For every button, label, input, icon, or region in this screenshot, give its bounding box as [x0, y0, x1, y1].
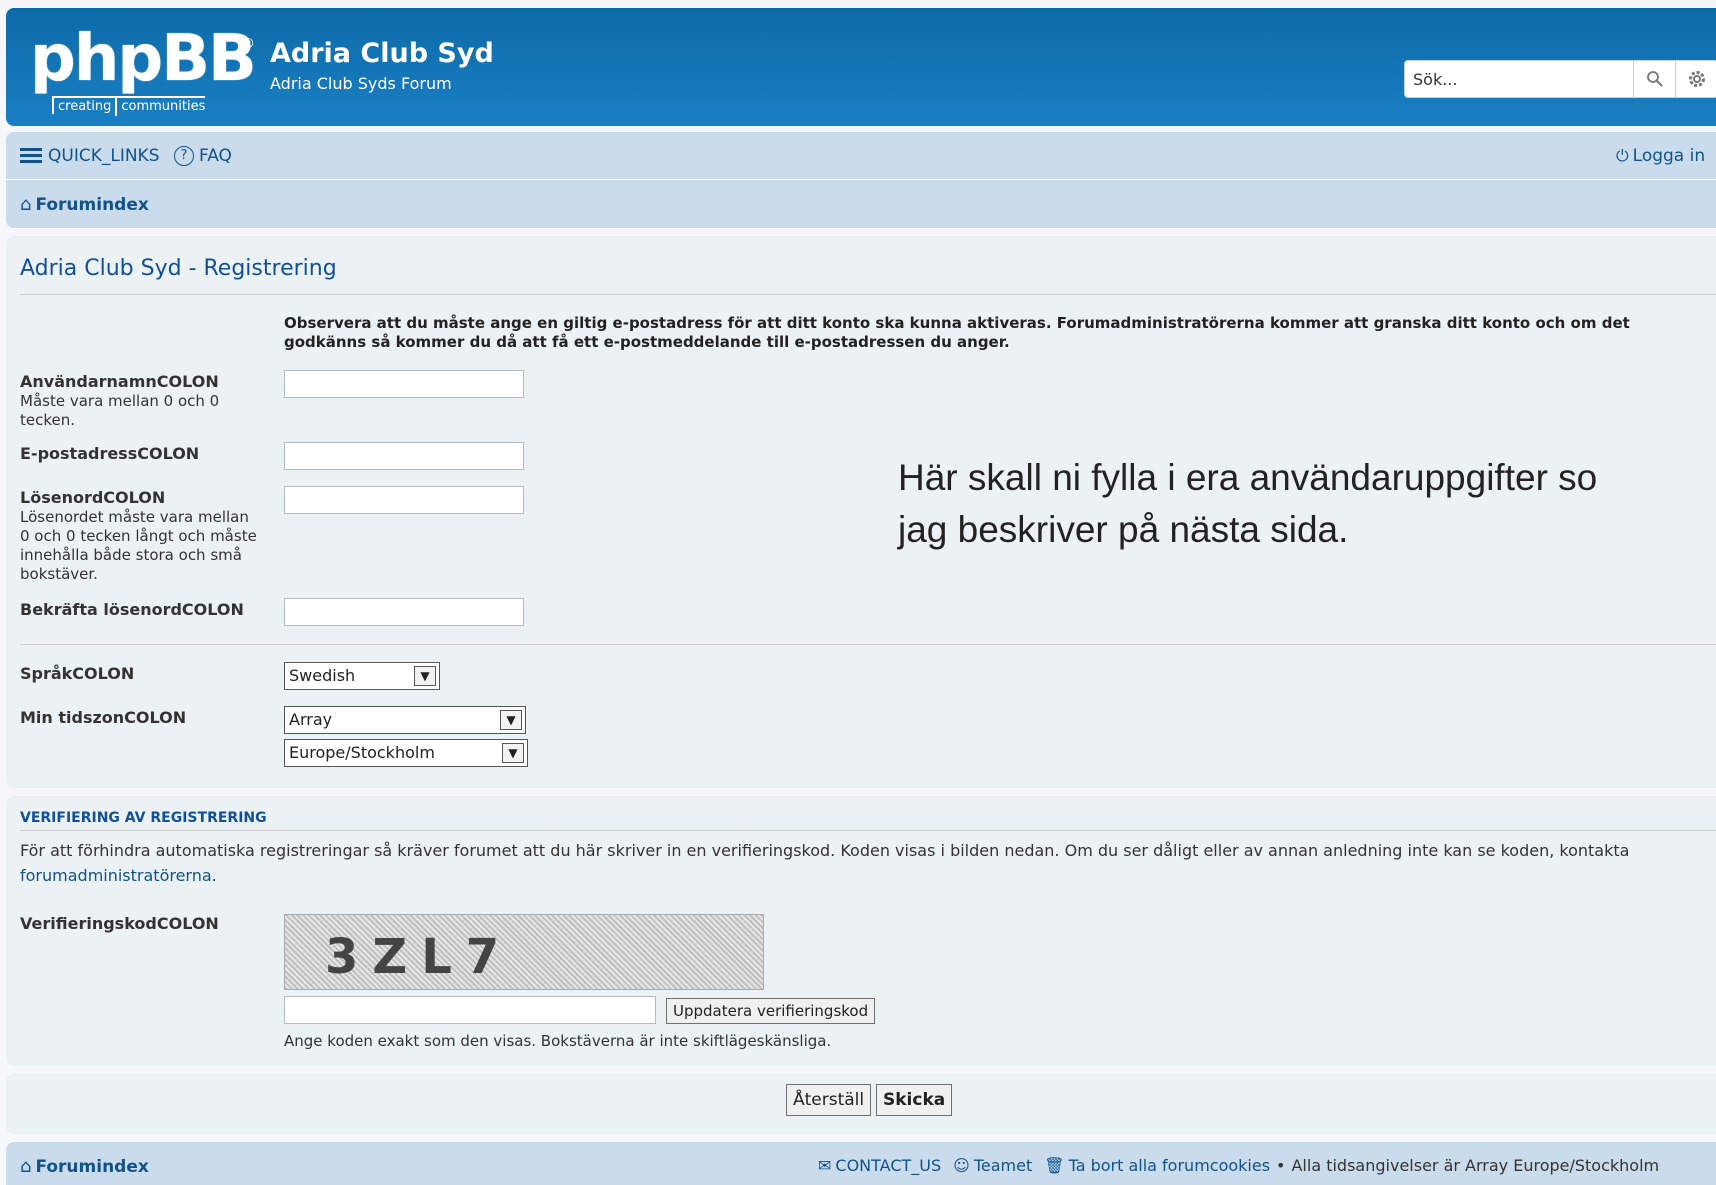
- team-link[interactable]: Teamet: [974, 1156, 1032, 1175]
- quick-links-label: QUICK_LINKS: [48, 146, 160, 166]
- username-label: AnvändarnamnCOLON: [20, 372, 219, 391]
- timezone-city-select[interactable]: Europe/Stockholm ▼: [284, 739, 528, 767]
- registration-panel: Adria Club Syd - Registrering Observera …: [6, 236, 1716, 788]
- site-description: Adria Club Syds Forum: [270, 74, 452, 93]
- home-icon: ⌂: [20, 194, 32, 215]
- site-title[interactable]: Adria Club Syd: [270, 38, 494, 69]
- chevron-down-icon: ▼: [502, 743, 524, 763]
- instruction-line-2: jag beskriver på nästa sida.: [898, 509, 1349, 550]
- submit-button[interactable]: Skicka: [876, 1084, 953, 1116]
- verification-text-end: .: [211, 866, 217, 885]
- footer-home-label: Forumindex: [35, 1156, 149, 1177]
- timezone-label: Min tidszonCOLON: [20, 708, 187, 727]
- instruction-line-1: Här skall ni fylla i era användaruppgift…: [898, 457, 1598, 498]
- search-box: [1404, 60, 1716, 98]
- footer-breadcrumb[interactable]: ⌂ Forumindex: [20, 1156, 149, 1177]
- section-divider: [20, 644, 1716, 645]
- verification-heading: VERIFIERING AV REGISTRERING: [20, 810, 267, 826]
- login-link[interactable]: ⏻ Logga in: [1616, 146, 1705, 166]
- timezone-region-value: Array: [289, 710, 333, 729]
- timezone-note: Alla tidsangivelser är Array Europe/Stoc…: [1291, 1156, 1660, 1175]
- captcha-explain: Ange koden exakt som den visas. Bokstäve…: [284, 1032, 832, 1050]
- refresh-captcha-button[interactable]: Uppdatera verifieringskod: [666, 998, 876, 1024]
- chevron-down-icon: ▼: [414, 666, 436, 686]
- email-field[interactable]: [284, 442, 524, 470]
- captcha-code: 3ZL7: [325, 929, 514, 985]
- logo-text: phpBB: [30, 22, 257, 96]
- password-field[interactable]: [284, 486, 524, 514]
- title-divider: [20, 294, 1716, 295]
- admin-contact-link[interactable]: forumadministratörerna: [20, 866, 212, 885]
- logo-tag-communities: communities: [115, 98, 205, 116]
- contact-link[interactable]: CONTACT_US: [835, 1156, 941, 1175]
- password-label: LösenordCOLON: [20, 488, 166, 507]
- breadcrumb-home-label: Forumindex: [35, 194, 149, 215]
- power-icon: ⏻: [1616, 146, 1629, 165]
- gear-icon: [1688, 71, 1705, 87]
- verification-code-field[interactable]: [284, 996, 656, 1024]
- registration-notice: Observera att du måste ange en giltig e-…: [284, 314, 1630, 351]
- search-input[interactable]: [1405, 61, 1631, 97]
- timezone-city-value: Europe/Stockholm: [289, 743, 435, 762]
- confirm-password-label: Bekräfta lösenordCOLON: [20, 600, 244, 619]
- username-field[interactable]: [284, 370, 524, 398]
- login-label: Logga in: [1632, 146, 1706, 166]
- envelope-icon: ✉: [818, 1156, 832, 1175]
- verification-text-body: För att förhindra automatiska registreri…: [20, 841, 1630, 860]
- instruction-overlay: Här skall ni fylla i era användaruppgift…: [898, 452, 1716, 556]
- verification-divider: [20, 830, 1716, 831]
- language-label: SpråkCOLON: [20, 664, 135, 683]
- confirm-password-field[interactable]: [284, 598, 524, 626]
- language-select[interactable]: Swedish ▼: [284, 662, 440, 690]
- email-label: E-postadressCOLON: [20, 444, 200, 463]
- logo-registered-mark: ®: [241, 36, 255, 52]
- password-explain: Lösenordet måste vara mellan 0 och 0 tec…: [20, 508, 257, 583]
- footer-bullet: •: [1276, 1156, 1286, 1175]
- faq-link[interactable]: ? FAQ: [174, 146, 232, 166]
- home-icon: ⌂: [20, 1156, 32, 1177]
- submit-panel: Återställ Skicka: [6, 1074, 1716, 1134]
- delete-cookies-link[interactable]: Ta bort alla forumcookies: [1069, 1156, 1270, 1175]
- navbar: QUICK_LINKS ? FAQ ⏻ Logga in ⌂ Foruminde…: [6, 132, 1716, 228]
- logo-tagline: creating communities: [52, 96, 206, 116]
- verification-panel: VERIFIERING AV REGISTRERING För att förh…: [6, 796, 1716, 1066]
- reset-button[interactable]: Återställ: [786, 1084, 872, 1116]
- navbar-top-row: QUICK_LINKS ? FAQ ⏻ Logga in: [6, 132, 1716, 180]
- breadcrumb[interactable]: ⌂ Forumindex: [20, 194, 149, 215]
- language-value: Swedish: [289, 666, 356, 685]
- page-title: Adria Club Syd - Registrering: [20, 256, 337, 281]
- captcha-image: 3ZL7: [284, 914, 764, 990]
- logo-tag-creating: creating: [58, 99, 112, 114]
- footer-links: ✉ CONTACT_US ☺ Teamet 🗑 Ta bort alla for…: [818, 1156, 1659, 1175]
- footer: ⌂ Forumindex ✉ CONTACT_US ☺ Teamet 🗑 Ta …: [6, 1142, 1716, 1185]
- trash-icon: 🗑: [1044, 1156, 1065, 1175]
- team-icon: ☺: [953, 1156, 970, 1175]
- chevron-down-icon: ▼: [500, 710, 522, 730]
- site-header: phpBB ® creating communities Adria Club S…: [6, 8, 1716, 126]
- verification-code-label: VerifieringskodCOLON: [20, 914, 219, 933]
- search-icon: [1646, 71, 1663, 87]
- hamburger-icon: [20, 148, 42, 164]
- advanced-search-button[interactable]: [1675, 61, 1716, 97]
- username-explain: Måste vara mellan 0 och 0 tecken.: [20, 392, 220, 429]
- site-logo[interactable]: phpBB ® creating communities: [28, 22, 258, 118]
- verification-text: För att förhindra automatiska registreri…: [20, 838, 1710, 888]
- search-button[interactable]: [1633, 61, 1675, 97]
- question-icon: ?: [174, 146, 194, 166]
- faq-label: FAQ: [199, 146, 232, 166]
- timezone-region-select[interactable]: Array ▼: [284, 706, 526, 734]
- quick-links-menu[interactable]: QUICK_LINKS: [20, 146, 160, 166]
